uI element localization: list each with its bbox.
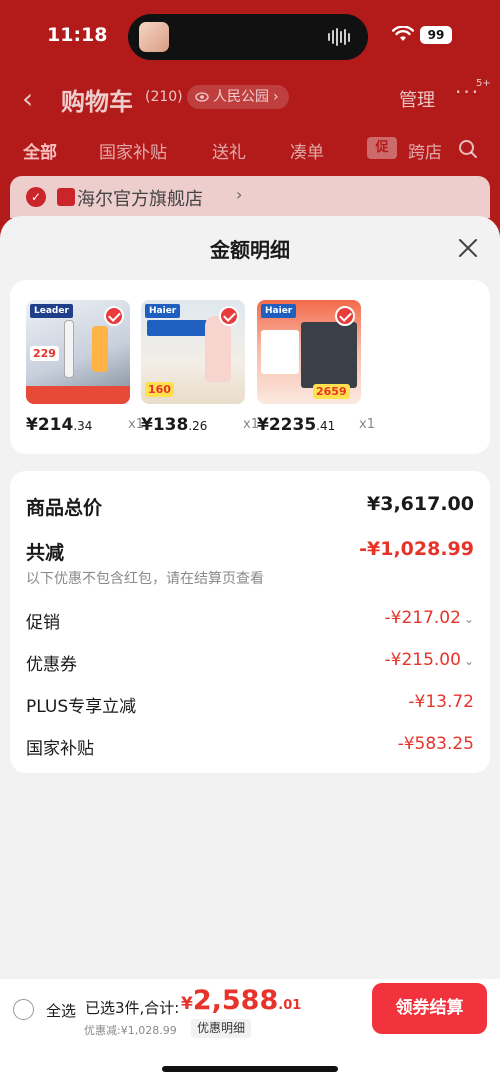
home-indicator	[162, 1066, 338, 1072]
status-bar: 11:18 99	[0, 0, 500, 72]
sheet-title: 金额明细	[210, 238, 290, 262]
amount-detail-sheet: 金额明细 Leader 229 ¥214.34 x1 Haier 160 ¥13…	[0, 216, 500, 1083]
location-selector[interactable]: 人民公园 ›	[187, 85, 289, 109]
plus-discount-label: PLUS专享立减	[26, 697, 137, 717]
product-tag: 2659	[313, 384, 350, 399]
product-tag: 229	[30, 346, 59, 361]
product-item[interactable]: Haier 160 ¥138.26 x1	[141, 300, 259, 435]
close-icon[interactable]	[456, 236, 480, 260]
goods-total-value: ¥3,617.00	[367, 493, 474, 515]
chevron-right-icon: ›	[273, 89, 279, 105]
page-title: 购物车	[61, 88, 133, 116]
tab-national-subsidy[interactable]: 国家补贴	[99, 138, 167, 163]
search-icon[interactable]	[458, 139, 478, 159]
products-card: Leader 229 ¥214.34 x1 Haier 160 ¥138.26 …	[10, 280, 490, 454]
tab-bundle[interactable]: 凑单	[290, 138, 324, 163]
product-tag: 160	[145, 382, 174, 397]
battery-indicator: 99	[420, 26, 452, 44]
checkout-button[interactable]: 领券结算	[372, 983, 487, 1034]
select-all-label[interactable]: 全选	[46, 1000, 76, 1021]
coupon-label: 优惠券	[26, 655, 77, 675]
eye-icon	[195, 92, 209, 102]
total-discount-value: -¥1,028.99	[359, 538, 474, 560]
promotion-label: 促销	[26, 613, 60, 633]
plus-discount-value: -¥13.72	[408, 692, 474, 712]
promo-badge: 促	[367, 137, 397, 159]
chevron-right-icon: ›	[236, 185, 243, 204]
cart-nav-bar: ‹ 购物车 (210) 人民公园 › 管理 ··· 5+	[0, 76, 500, 120]
location-label: 人民公园	[213, 89, 269, 105]
total-price: ¥2,588.01	[181, 985, 302, 1016]
cart-tabs: 全部 国家补贴 送礼 凑单 促 跨店	[0, 130, 500, 170]
product-quantity: x1	[359, 417, 375, 432]
promotion-value[interactable]: -¥217.02 ⌄	[385, 608, 475, 628]
product-checkbox	[219, 306, 239, 326]
manage-button[interactable]: 管理	[399, 86, 435, 112]
now-playing-avatar	[139, 22, 169, 52]
product-brand: Leader	[30, 304, 73, 318]
selected-count: 已选3件,合计:	[85, 999, 180, 1017]
tab-all[interactable]: 全部	[23, 138, 57, 163]
product-image: Leader 229	[26, 300, 130, 404]
product-brand: Haier	[261, 304, 297, 318]
discount-note: 以下优惠不包含红包，请在结算页查看	[26, 571, 264, 587]
product-price: ¥2235.41	[257, 415, 336, 435]
product-brand: Haier	[145, 304, 181, 318]
product-image: Haier 160	[141, 300, 245, 404]
store-name: 海尔官方旗舰店	[77, 189, 203, 210]
product-checkbox	[104, 306, 124, 326]
chevron-left-icon[interactable]: ‹	[22, 82, 33, 115]
audio-wave-icon	[328, 27, 354, 47]
discount-detail-button[interactable]: 优惠明细	[191, 1019, 252, 1038]
discount-amount: 优惠减:¥1,028.99	[84, 1024, 177, 1037]
product-item[interactable]: Haier 2659 ¥2235.41 x1	[257, 300, 375, 435]
wifi-icon	[392, 26, 414, 41]
cart-count: (210)	[145, 89, 183, 105]
status-time: 11:18	[47, 24, 108, 46]
coupon-value[interactable]: -¥215.00 ⌄	[385, 650, 475, 670]
product-price: ¥214.34	[26, 415, 93, 435]
select-all-checkbox[interactable]	[13, 999, 34, 1020]
product-item[interactable]: Leader 229 ¥214.34 x1	[26, 300, 144, 435]
product-image: Haier 2659	[257, 300, 361, 404]
tab-gift[interactable]: 送礼	[212, 138, 246, 163]
tab-cross-store[interactable]: 跨店	[408, 138, 442, 163]
more-badge: 5+	[476, 78, 491, 89]
product-checkbox	[335, 306, 355, 326]
store-checkbox[interactable]: ✓	[26, 187, 46, 207]
national-subsidy-value: -¥583.25	[397, 734, 474, 754]
amount-summary-card: 商品总价 ¥3,617.00 共减 -¥1,028.99 以下优惠不包含红包，请…	[10, 471, 490, 773]
chevron-down-icon: ⌄	[463, 654, 474, 668]
national-subsidy-label: 国家补贴	[26, 739, 94, 759]
chevron-down-icon: ⌄	[463, 612, 474, 626]
total-discount-label: 共减	[26, 542, 65, 564]
store-logo	[57, 188, 75, 206]
dynamic-island	[128, 14, 368, 60]
goods-total-label: 商品总价	[26, 497, 103, 519]
product-price: ¥138.26	[141, 415, 208, 435]
store-header[interactable]: ✓ 海尔官方旗舰店 ›	[10, 176, 490, 218]
